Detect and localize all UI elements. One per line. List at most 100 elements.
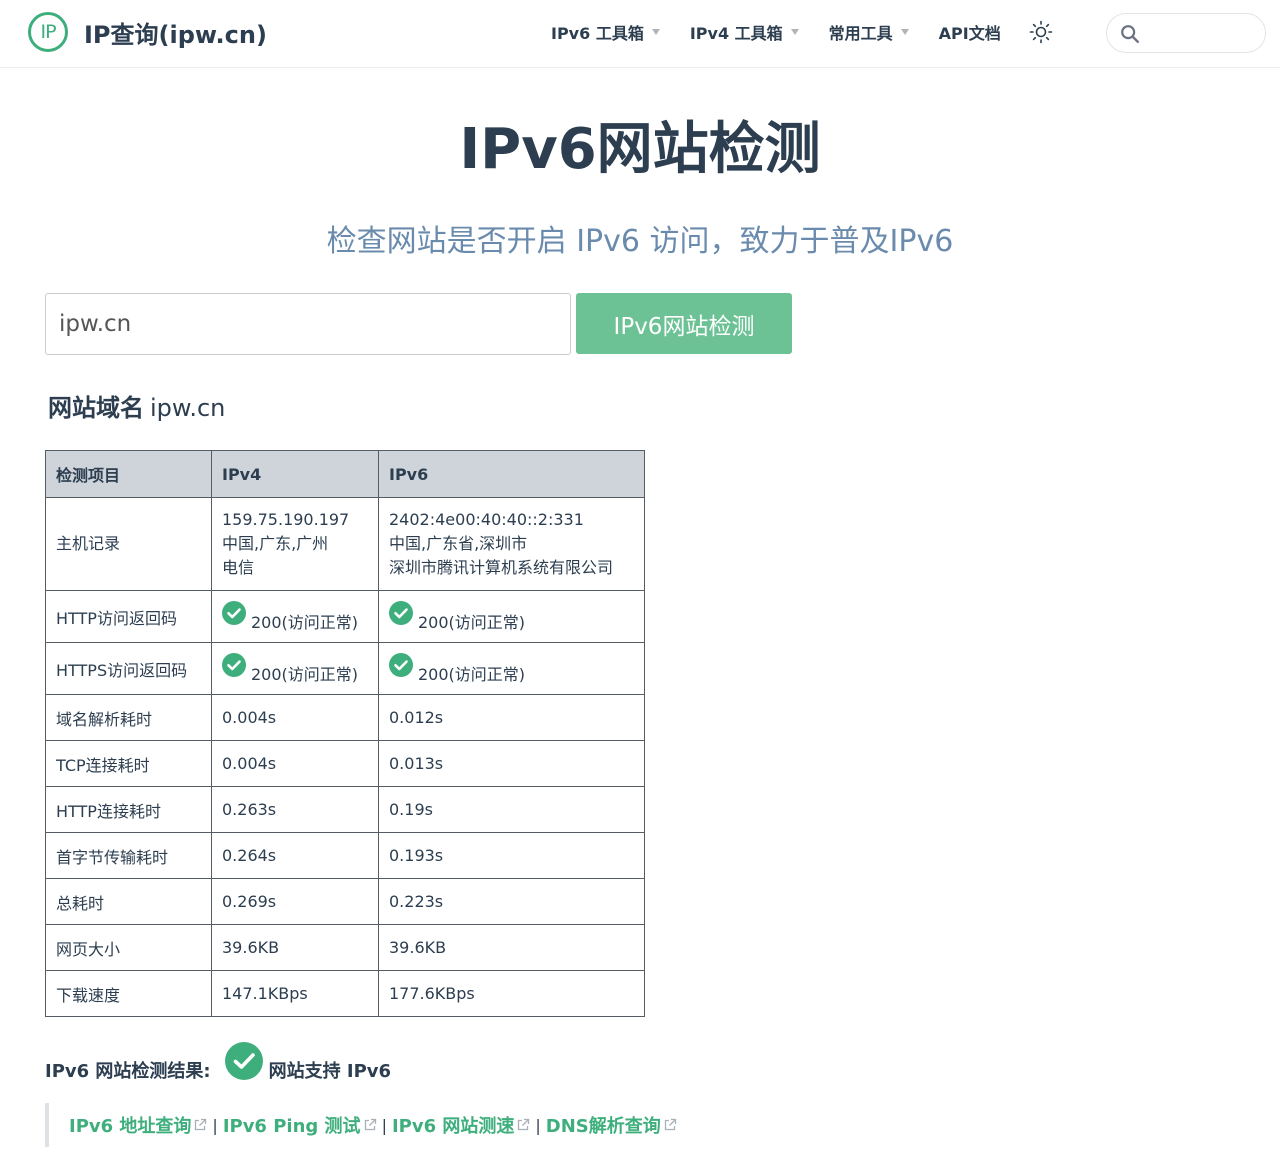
table-row: 主机记录 159.75.190.197 中国,广东,广州 电信 2402:4e0… xyxy=(45,497,645,591)
page-title: IPv6网站检测 xyxy=(459,117,821,182)
related-links: IPv6 地址查询 | IPv6 Ping 测试 | IPv6 网站测速 | D… xyxy=(45,1103,677,1147)
link-dns-lookup[interactable]: DNS解析查询 xyxy=(546,1112,677,1138)
search-input[interactable] xyxy=(1147,22,1257,44)
ipv6-value: 0.193s xyxy=(378,832,645,879)
check-circle-icon xyxy=(222,600,246,625)
detection-result: IPv6 网站检测结果: 网站支持 IPv6 xyxy=(45,1036,391,1086)
nav-ipv6-tools-label: IPv6 工具箱 xyxy=(551,24,644,43)
header-ipv4: IPv4 xyxy=(211,450,379,498)
row-label: HTTP访问返回码 xyxy=(45,590,212,643)
nav-ipv4-tools[interactable]: IPv4 工具箱 xyxy=(690,20,799,44)
table-row: HTTP访问返回码 200(访问正常) 200(访问正常) xyxy=(45,590,645,643)
host-ipv6-location: 中国,广东省,深圳市 xyxy=(389,534,528,553)
row-label: 域名解析耗时 xyxy=(45,694,212,741)
external-link-icon xyxy=(195,1118,207,1131)
ipv4-value: 147.1KBps xyxy=(211,970,379,1017)
host-ipv6-isp: 深圳市腾讯计算机系统有限公司 xyxy=(389,558,614,577)
link-ipv6-ping-test[interactable]: IPv6 Ping 测试 xyxy=(223,1112,377,1138)
header-ipv6: IPv6 xyxy=(378,450,645,498)
ipv6-value: 0.013s xyxy=(378,740,645,787)
row-label: 主机记录 xyxy=(45,497,212,591)
ipv4-value: 0.264s xyxy=(211,832,379,879)
host-ipv4-ip: 159.75.190.197 xyxy=(222,510,350,529)
check-circle-icon xyxy=(222,652,246,677)
table-row: 总耗时 0.269s 0.223s xyxy=(45,878,645,925)
header-item: 检测项目 xyxy=(45,450,212,498)
ipv4-value: 39.6KB xyxy=(211,924,379,971)
https-ipv6-status: 200(访问正常) xyxy=(378,642,645,695)
external-link-icon xyxy=(364,1118,376,1131)
link-label: IPv6 地址查询 xyxy=(69,1116,192,1137)
external-link-icon xyxy=(518,1118,530,1131)
site-name: IP查询(ipw.cn) xyxy=(84,20,267,49)
status-text: 200(访问正常) xyxy=(251,664,359,684)
external-link-icon xyxy=(664,1118,676,1131)
result-label: IPv6 网站检测结果: xyxy=(45,1061,211,1082)
http-ipv6-status: 200(访问正常) xyxy=(378,590,645,643)
status-text: 200(访问正常) xyxy=(418,612,526,632)
row-label: 下载速度 xyxy=(45,970,212,1017)
table-row: 下载速度 147.1KBps 177.6KBps xyxy=(45,970,645,1017)
link-ipv6-speed-test[interactable]: IPv6 网站测速 xyxy=(392,1112,530,1138)
link-separator: | xyxy=(535,1115,541,1135)
nav-ipv6-tools[interactable]: IPv6 工具箱 xyxy=(551,20,660,44)
row-label: 总耗时 xyxy=(45,878,212,925)
ipv6-value: 0.012s xyxy=(378,694,645,741)
host-ipv6-cell: 2402:4e00:40:40::2:331 中国,广东省,深圳市 深圳市腾讯计… xyxy=(378,497,645,591)
ipv6-value: 0.19s xyxy=(378,786,645,833)
ipv4-value: 0.004s xyxy=(211,740,379,787)
table-row: HTTP连接耗时 0.263s 0.19s xyxy=(45,786,645,833)
domain-heading: 网站域名 ipw.cn xyxy=(48,388,225,423)
row-label: TCP连接耗时 xyxy=(45,740,212,787)
results-table: 检测项目 IPv4 IPv6 主机记录 159.75.190.197 中国,广东… xyxy=(45,450,645,1017)
table-row: 首字节传输耗时 0.264s 0.193s xyxy=(45,832,645,879)
ipv6-value: 39.6KB xyxy=(378,924,645,971)
caret-down-icon xyxy=(790,29,799,35)
ipv6-value: 0.223s xyxy=(378,878,645,925)
table-row: 网页大小 39.6KB 39.6KB xyxy=(45,924,645,971)
nav-api-docs-label: API文档 xyxy=(938,24,1001,43)
link-separator: | xyxy=(212,1115,218,1135)
ipv6-value: 177.6KBps xyxy=(378,970,645,1017)
search-icon xyxy=(1121,25,1139,43)
caret-down-icon xyxy=(900,29,909,35)
host-ipv4-isp: 电信 xyxy=(222,558,255,577)
row-label: HTTPS访问返回码 xyxy=(45,642,212,695)
table-row: HTTPS访问返回码 200(访问正常) 200(访问正常) xyxy=(45,642,645,695)
sun-icon[interactable] xyxy=(1029,20,1053,44)
nav-common-tools[interactable]: 常用工具 xyxy=(829,20,909,44)
navbar: IP IP查询(ipw.cn) IPv6 工具箱 IPv4 工具箱 常用工具 A… xyxy=(0,0,1280,68)
nav-ipv4-tools-label: IPv4 工具箱 xyxy=(689,24,783,43)
ipv4-value: 0.269s xyxy=(211,878,379,925)
check-circle-icon xyxy=(389,600,413,625)
status-text: 200(访问正常) xyxy=(251,612,359,632)
link-ipv6-address-lookup[interactable]: IPv6 地址查询 xyxy=(69,1112,207,1138)
ipv6-check-button[interactable]: IPv6网站检测 xyxy=(576,293,792,354)
http-ipv4-status: 200(访问正常) xyxy=(211,590,379,643)
nav-links: IPv6 工具箱 IPv4 工具箱 常用工具 API文档 xyxy=(551,20,1053,44)
row-label: 首字节传输耗时 xyxy=(45,832,212,879)
link-separator: | xyxy=(381,1115,387,1135)
page-subtitle: 检查网站是否开启 IPv6 访问，致力于普及IPv6 xyxy=(326,224,954,259)
https-ipv4-status: 200(访问正常) xyxy=(211,642,379,695)
host-ipv6-ip: 2402:4e00:40:40::2:331 xyxy=(389,510,584,529)
ipv4-value: 0.263s xyxy=(211,786,379,833)
link-label: IPv6 Ping 测试 xyxy=(222,1116,361,1137)
brand-home-link[interactable]: IP IP查询(ipw.cn) xyxy=(28,12,267,52)
row-label: HTTP连接耗时 xyxy=(45,786,212,833)
host-ipv4-location: 中国,广东,广州 xyxy=(222,534,329,553)
domain-label: 网站域名 xyxy=(48,394,144,422)
table-row: TCP连接耗时 0.004s 0.013s xyxy=(45,740,645,787)
result-value: 网站支持 IPv6 xyxy=(268,1061,392,1082)
row-label: 网页大小 xyxy=(45,924,212,971)
table-header-row: 检测项目 IPv4 IPv6 xyxy=(45,450,645,498)
nav-api-docs[interactable]: API文档 xyxy=(939,20,1001,44)
check-circle-icon xyxy=(389,652,413,677)
domain-value: ipw.cn xyxy=(150,394,226,422)
caret-down-icon xyxy=(651,29,660,35)
domain-input[interactable] xyxy=(45,293,571,355)
host-ipv4-cell: 159.75.190.197 中国,广东,广州 电信 xyxy=(211,497,379,591)
link-label: IPv6 网站测速 xyxy=(391,1116,515,1137)
logo: IP xyxy=(28,12,68,52)
search-box[interactable] xyxy=(1106,13,1266,53)
